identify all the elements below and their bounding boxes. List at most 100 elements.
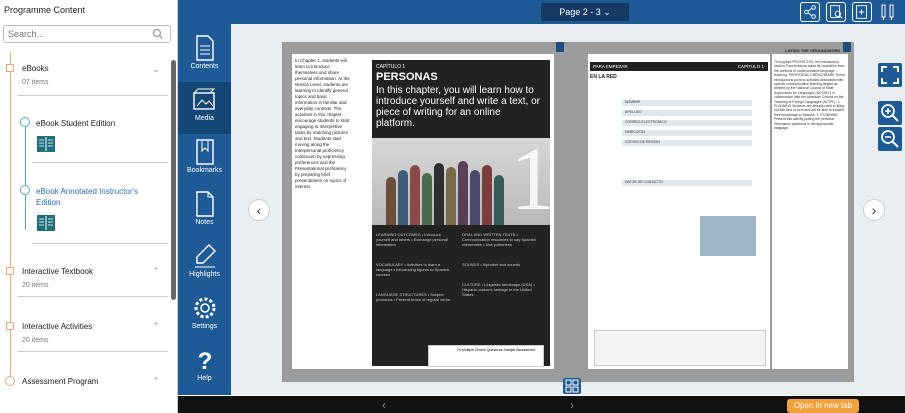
chapter-title: PERSONAS — [376, 71, 438, 83]
toolbar-media-button[interactable]: Media — [178, 82, 231, 134]
assessment-badge[interactable]: 24 Multiple Choice Questions Sample Asse… — [428, 345, 544, 367]
objective-text: LANGUAGE STRUCTURES • Subject pronouns •… — [376, 292, 450, 302]
form-label: CÓDIGO DE REGIÓN — [625, 140, 660, 144]
chevron-up-icon[interactable]: ⌃ — [152, 321, 160, 332]
open-in-new-tab-button[interactable]: Open in new tab — [787, 399, 859, 413]
media-icon — [192, 88, 215, 110]
share-icon[interactable] — [800, 2, 820, 22]
programme-content-sidebar: Programme Content eBooks 07 items ⌄ eBoo… — [0, 0, 178, 413]
toolbar-bookmarks-button[interactable]: Bookmarks — [178, 134, 231, 186]
form-label: DIRECCIÓN — [625, 130, 645, 134]
bookmark-ribbon-icon[interactable] — [843, 42, 851, 52]
chapter-number: 1 — [510, 130, 555, 229]
add-page-icon[interactable] — [852, 2, 872, 22]
divider — [18, 95, 168, 96]
form-row — [622, 100, 752, 106]
toolbar-highlights-button[interactable]: Highlights — [178, 238, 231, 290]
toolbar-contents-button[interactable]: Contents — [178, 30, 231, 82]
search-icon[interactable] — [152, 28, 164, 40]
teacher-note-text: In Chapter 1, students will learn to int… — [295, 58, 350, 189]
objective-text: VOCABULARY • Activities to learn a langu… — [376, 262, 450, 277]
sub-timeline-line — [25, 120, 26, 230]
page-selector-label: Page 2 - 3 — [559, 7, 601, 17]
tools-toolbar: Contents Media Bookmarks Notes Highlight… — [178, 0, 231, 395]
ebook-marker — [20, 117, 30, 127]
grid-view-icon[interactable] — [563, 378, 581, 394]
fullscreen-icon[interactable] — [878, 63, 902, 87]
highlighter-icon — [194, 244, 216, 268]
sidebar-title: Programme Content — [4, 5, 86, 15]
sidebar-scrollbar[interactable] — [171, 60, 176, 300]
toolbar-media-label: Media — [194, 115, 215, 122]
section-ebooks-label[interactable]: eBooks — [22, 64, 49, 73]
bookmark-ribbon-icon[interactable] — [556, 42, 564, 52]
chapter-label: CAPÍTULO 1 — [376, 64, 406, 70]
toolbar-contents-label: Contents — [190, 63, 219, 70]
note-icon — [195, 191, 214, 217]
ebook-marker — [20, 185, 30, 195]
section-interactive-activities-label[interactable]: Interactive Activities — [22, 322, 92, 331]
divider — [18, 296, 168, 297]
bottom-prev-button[interactable]: ‹ — [382, 398, 386, 412]
toolbar-notes-button[interactable]: Notes — [178, 186, 231, 238]
planning-box — [594, 330, 766, 366]
chevron-down-icon[interactable]: ⌄ — [152, 64, 160, 75]
search-input[interactable] — [3, 25, 171, 43]
form-label: APELLIDO — [625, 110, 643, 114]
previous-page-button[interactable]: ‹ — [248, 199, 270, 221]
tools-icon[interactable] — [878, 2, 898, 22]
section-interactive-activities-count: 20 items — [22, 337, 49, 344]
ebook-student-edition-title[interactable]: eBook Student Edition — [36, 118, 164, 129]
question-icon: ? — [197, 348, 212, 373]
svg-text:?: ? — [197, 348, 212, 373]
divider — [32, 243, 168, 244]
toolbar-settings-label: Settings — [191, 323, 218, 330]
form-label: CORREO ELECTRÓNICO — [625, 120, 667, 124]
form-label: DATOS DE CONTACTO — [625, 180, 663, 184]
section-assessment-program-label[interactable]: Assessment Program — [22, 377, 98, 386]
objective-text: CULTURE • Linguistic landscape (USA) • H… — [462, 282, 535, 297]
toolbar-notes-label: Notes — [195, 219, 214, 226]
section-interactive-textbook-count: 20 items — [22, 282, 49, 289]
section-marker — [5, 376, 15, 386]
zoom-in-icon[interactable] — [878, 101, 902, 125]
chevron-up-icon[interactable]: ⌃ — [152, 266, 160, 277]
gear-icon — [194, 297, 215, 319]
chevron-up-icon[interactable]: ⌃ — [152, 376, 160, 387]
toolbar-help-label: Help — [197, 375, 212, 382]
bottom-next-button[interactable]: › — [570, 398, 574, 412]
page-selector[interactable]: Page 2 - 3 ⌄ — [541, 3, 629, 21]
document-icon — [195, 35, 214, 61]
bookmark-icon — [195, 139, 214, 165]
divider — [18, 351, 168, 352]
section-marker — [6, 267, 14, 275]
section-marker — [6, 64, 14, 72]
toolbar-highlights-label: Highlights — [189, 271, 220, 278]
next-page-button[interactable]: › — [863, 199, 885, 221]
student-photo — [700, 216, 756, 256]
form-label: NOMBRE — [625, 100, 641, 104]
right-page-subtitle: EN LA RED — [590, 74, 617, 80]
timeline-line — [10, 52, 11, 382]
objective-text: ORAL AND WRITTEN TEXTS • Communication r… — [462, 232, 536, 247]
objective-text: LEARNING OUTCOMES • Introduce yourself a… — [376, 232, 448, 247]
margin-heading: LAYING THE GROUNDWORK — [785, 48, 841, 53]
chapter-subtitle: In this chapter, you will learn how to i… — [376, 85, 540, 129]
right-page-header: PARA EMPEZAR CAPÍTULO 1 — [590, 62, 768, 71]
toolbar-settings-button[interactable]: Settings — [178, 290, 231, 342]
divider — [32, 162, 168, 163]
objective-text: SOUNDS • Alphabet and sounds — [462, 262, 521, 267]
section-marker — [6, 322, 14, 330]
toolbar-help-button[interactable]: ? Help — [178, 342, 231, 394]
ebook-annotated-instructor-edition-title[interactable]: eBook Annotated Instructor's Edition — [36, 186, 164, 208]
section-interactive-textbook-label[interactable]: Interactive Textbook — [22, 267, 93, 276]
margin-notes: Throughout PROYECTOS, the introductory s… — [774, 60, 845, 131]
right-page-header-left: PARA EMPEZAR — [593, 64, 628, 69]
toolbar-bookmarks-label: Bookmarks — [186, 167, 222, 174]
right-page-header-right: CAPÍTULO 1 — [737, 64, 764, 69]
book-icon[interactable] — [36, 134, 56, 154]
book-icon[interactable] — [36, 213, 56, 233]
section-ebooks-count: 07 items — [22, 79, 49, 86]
page-search-icon[interactable] — [826, 2, 846, 22]
zoom-out-icon[interactable] — [878, 127, 902, 151]
